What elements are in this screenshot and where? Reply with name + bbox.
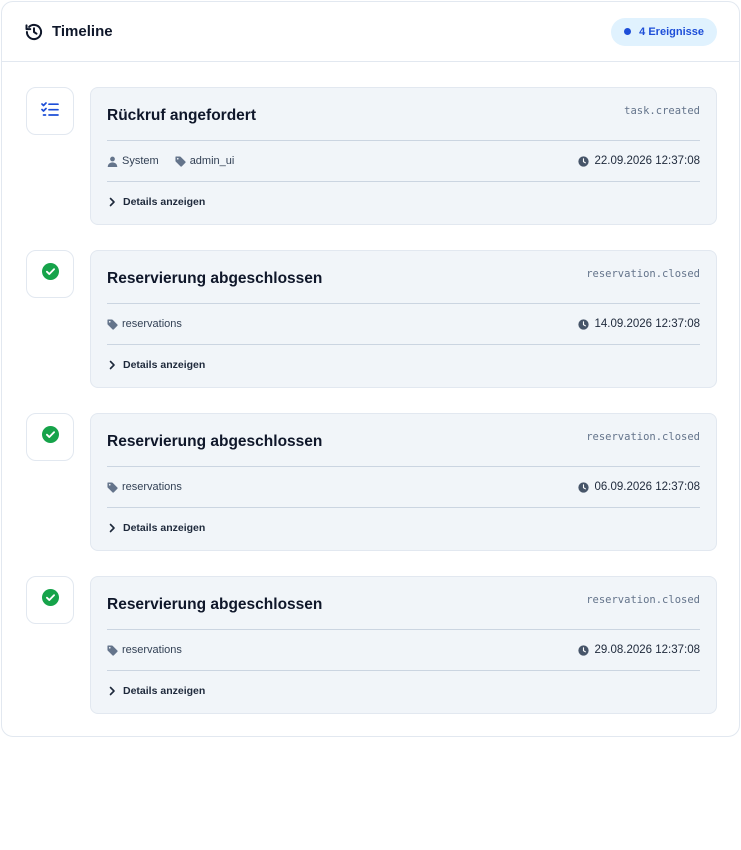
event-source-label: reservations xyxy=(122,318,182,330)
event-timestamp: 22.09.2026 12:37:08 xyxy=(578,155,700,167)
event-meta-row: reservations 06.09.2026 12:37:08 xyxy=(107,467,700,508)
timeline-header: Timeline 4 Ereignisse xyxy=(2,2,739,62)
event-card: Reservierung abgeschlossen reservation.c… xyxy=(90,576,717,714)
event-type-code: reservation.closed xyxy=(586,594,700,606)
event-meta-row: System admin_ui 22.09.2026 12:37:08 xyxy=(107,141,700,182)
event-source: reservations xyxy=(107,318,182,330)
user-icon xyxy=(107,156,118,167)
event-timestamp-label: 29.08.2026 12:37:08 xyxy=(594,644,700,656)
event-meta-left: System admin_ui xyxy=(107,155,234,167)
event-icon-box xyxy=(26,87,74,135)
event-icon-box xyxy=(26,250,74,298)
history-icon xyxy=(24,22,44,42)
check-circle-icon xyxy=(41,263,59,285)
chevron-right-icon xyxy=(107,686,117,696)
details-toggle[interactable]: Details anzeigen xyxy=(107,671,700,711)
timeline-event: Reservierung abgeschlossen reservation.c… xyxy=(26,576,717,714)
details-toggle[interactable]: Details anzeigen xyxy=(107,182,700,222)
event-meta-left: reservations xyxy=(107,644,182,656)
timeline-event: Rückruf angefordert task.created System xyxy=(26,87,717,225)
event-actor: System xyxy=(107,155,159,167)
event-source-label: reservations xyxy=(122,481,182,493)
event-title: Rückruf angefordert xyxy=(107,107,256,124)
badge-dot xyxy=(624,28,632,35)
header-title-group: Timeline xyxy=(24,22,113,42)
event-source: reservations xyxy=(107,644,182,656)
tag-icon xyxy=(107,318,118,330)
clock-icon xyxy=(578,481,590,493)
clock-icon xyxy=(578,318,590,330)
clock-icon xyxy=(578,155,590,167)
event-card: Reservierung abgeschlossen reservation.c… xyxy=(90,250,717,388)
event-source-label: admin_ui xyxy=(189,155,235,167)
event-type-code: reservation.closed xyxy=(586,268,700,280)
timeline-panel: Timeline 4 Ereignisse Rückruf angeforder… xyxy=(1,1,740,737)
event-count-label: 4 Ereignisse xyxy=(639,25,704,38)
event-source-label: reservations xyxy=(122,644,182,656)
tag-icon xyxy=(107,481,118,493)
event-source: admin_ui xyxy=(175,155,235,167)
details-toggle-label: Details anzeigen xyxy=(123,685,206,697)
event-card-header: Reservierung abgeschlossen reservation.c… xyxy=(107,251,700,304)
event-timestamp: 06.09.2026 12:37:08 xyxy=(578,481,700,493)
event-card-header: Reservierung abgeschlossen reservation.c… xyxy=(107,414,700,467)
event-count-badge: 4 Ereignisse xyxy=(611,17,717,46)
page-title: Timeline xyxy=(52,23,113,40)
details-toggle-label: Details anzeigen xyxy=(123,196,206,208)
event-timestamp-label: 14.09.2026 12:37:08 xyxy=(594,318,700,330)
event-timestamp-label: 22.09.2026 12:37:08 xyxy=(594,155,700,167)
event-card: Rückruf angefordert task.created System xyxy=(90,87,717,225)
tag-icon xyxy=(175,155,186,167)
task-list-icon xyxy=(41,101,59,122)
event-type-code: task.created xyxy=(624,105,700,117)
event-timestamp-label: 06.09.2026 12:37:08 xyxy=(594,481,700,493)
event-timestamp: 14.09.2026 12:37:08 xyxy=(578,318,700,330)
event-actor-label: System xyxy=(122,155,159,167)
event-icon-box xyxy=(26,576,74,624)
check-circle-icon xyxy=(41,589,59,611)
event-card-header: Rückruf angefordert task.created xyxy=(107,88,700,141)
chevron-right-icon xyxy=(107,197,117,207)
event-card: Reservierung abgeschlossen reservation.c… xyxy=(90,413,717,551)
details-toggle-label: Details anzeigen xyxy=(123,522,206,534)
chevron-right-icon xyxy=(107,523,117,533)
timeline-event: Reservierung abgeschlossen reservation.c… xyxy=(26,413,717,551)
details-toggle[interactable]: Details anzeigen xyxy=(107,345,700,385)
event-icon-box xyxy=(26,413,74,461)
event-meta-left: reservations xyxy=(107,318,182,330)
check-circle-icon xyxy=(41,426,59,448)
tag-icon xyxy=(107,644,118,656)
event-meta-left: reservations xyxy=(107,481,182,493)
event-type-code: reservation.closed xyxy=(586,431,700,443)
event-meta-row: reservations 29.08.2026 12:37:08 xyxy=(107,630,700,671)
event-timestamp: 29.08.2026 12:37:08 xyxy=(578,644,700,656)
event-title: Reservierung abgeschlossen xyxy=(107,270,323,287)
event-source: reservations xyxy=(107,481,182,493)
event-card-header: Reservierung abgeschlossen reservation.c… xyxy=(107,577,700,630)
event-title: Reservierung abgeschlossen xyxy=(107,433,323,450)
clock-icon xyxy=(578,644,590,656)
event-meta-row: reservations 14.09.2026 12:37:08 xyxy=(107,304,700,345)
chevron-right-icon xyxy=(107,360,117,370)
details-toggle[interactable]: Details anzeigen xyxy=(107,508,700,548)
details-toggle-label: Details anzeigen xyxy=(123,359,206,371)
timeline-event: Reservierung abgeschlossen reservation.c… xyxy=(26,250,717,388)
event-title: Reservierung abgeschlossen xyxy=(107,596,323,613)
